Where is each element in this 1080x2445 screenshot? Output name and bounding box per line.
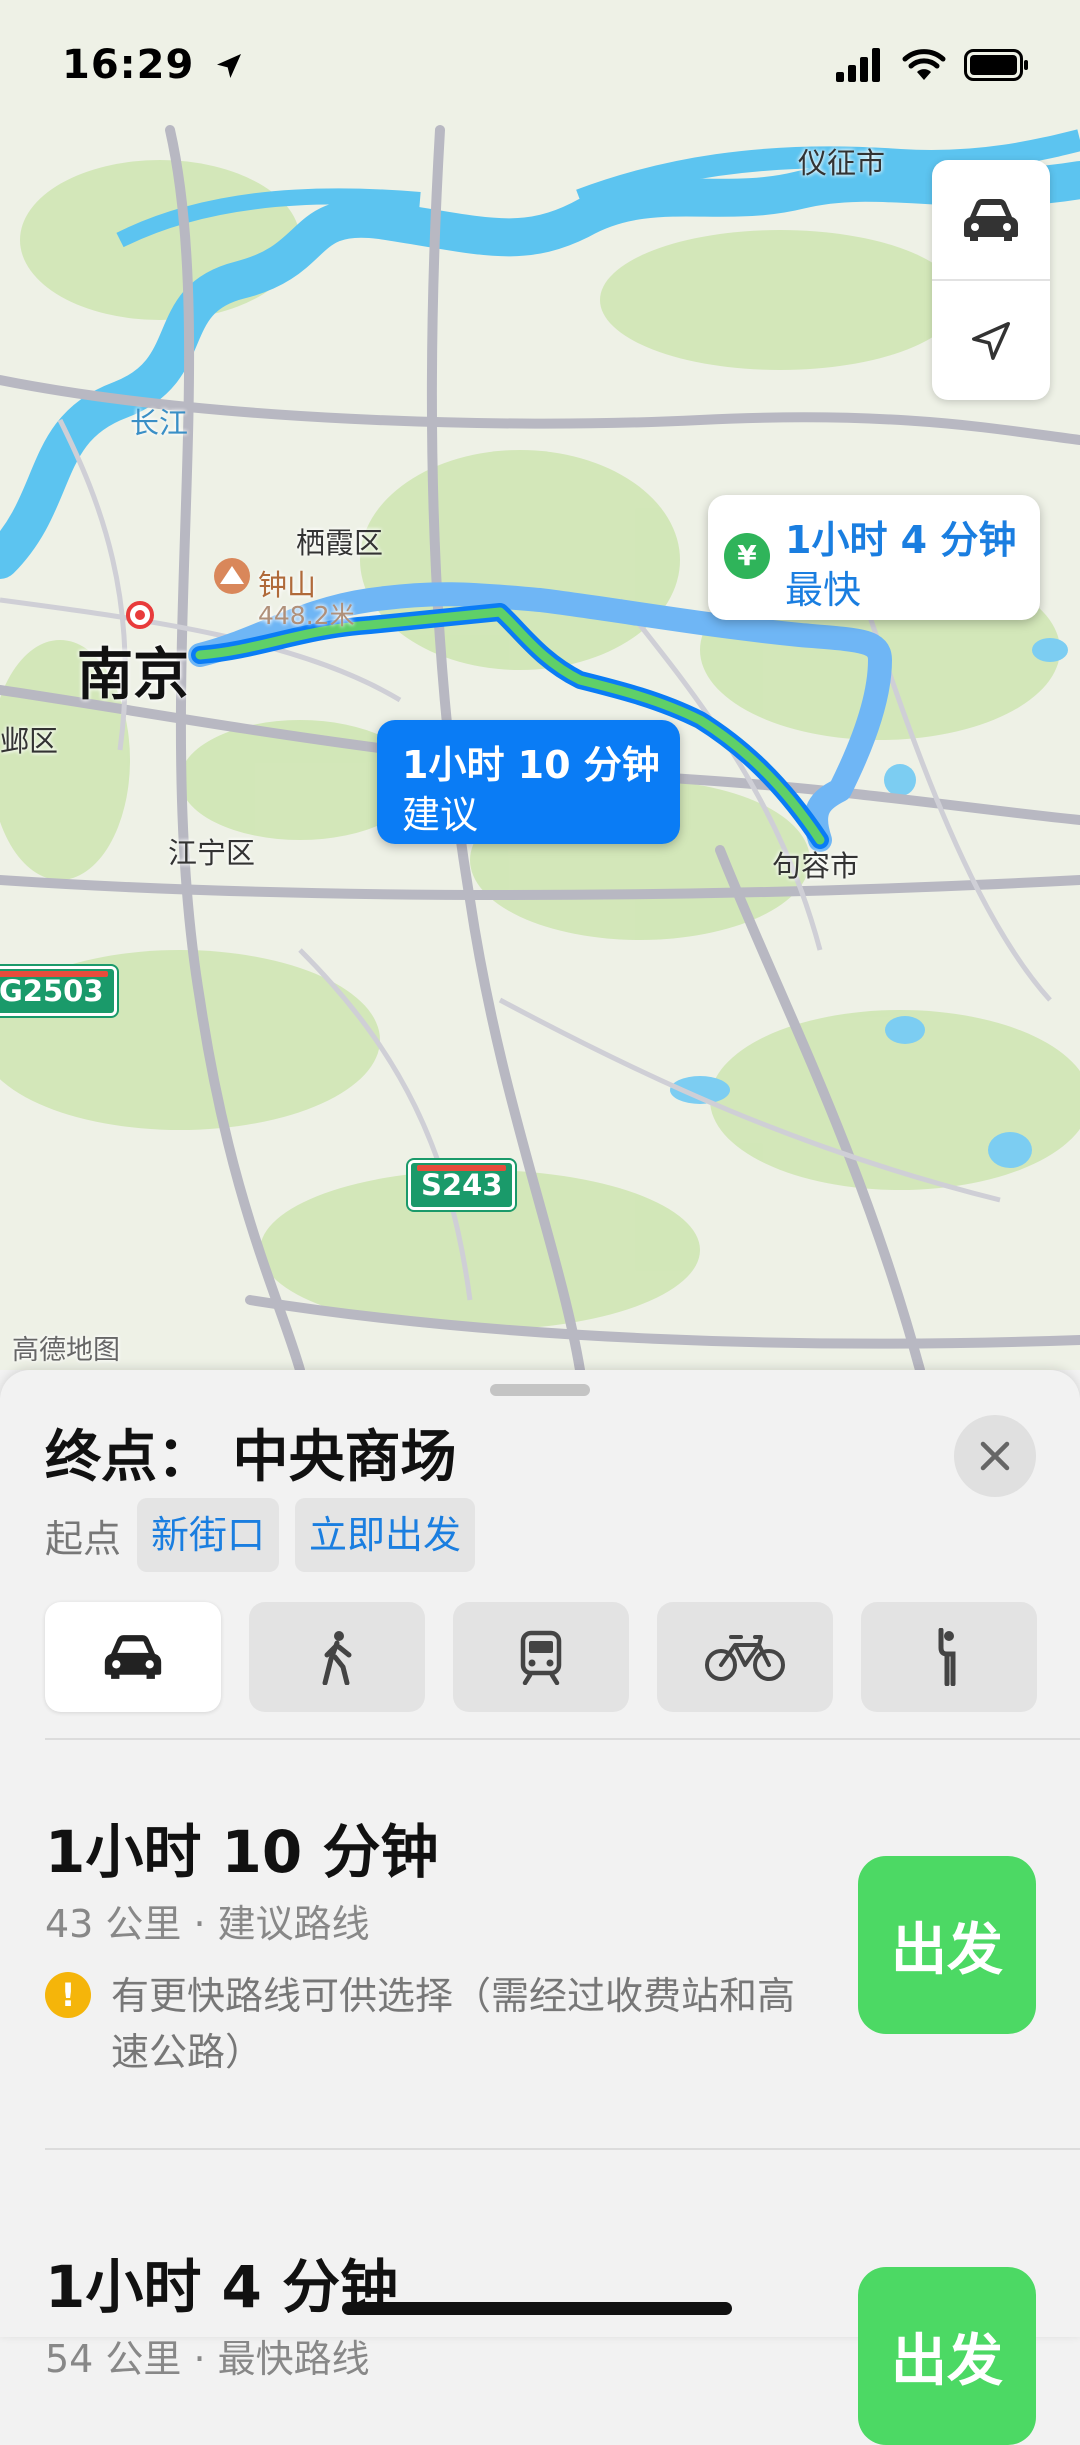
map-label-nanjing: 南京 xyxy=(77,643,189,708)
car-icon xyxy=(964,198,1018,241)
divider xyxy=(45,2148,1080,2150)
mode-transit[interactable] xyxy=(453,1602,629,1712)
status-icons xyxy=(836,48,1030,82)
walk-icon xyxy=(322,1631,352,1685)
origin-chip[interactable]: 新街口 xyxy=(137,1498,280,1572)
close-icon xyxy=(980,1441,1010,1471)
route-callout-suggested[interactable]: 1小时 10 分钟 建议 xyxy=(377,720,680,844)
map-view[interactable]: 16:29 仪征市 长江 栖霞区 钟山 448.2米 南京 邺区 江宁区 句容市… xyxy=(0,0,1080,1370)
map-mode-button[interactable] xyxy=(932,160,1050,279)
yen-icon: ¥ xyxy=(724,533,770,579)
car-icon xyxy=(104,1635,162,1679)
bike-icon xyxy=(705,1635,785,1681)
cellular-signal-icon xyxy=(836,48,880,82)
callout-fastest-label: 最快 xyxy=(785,568,862,612)
location-arrow-icon xyxy=(972,321,1010,360)
go-button[interactable]: 出发 xyxy=(858,1856,1036,2034)
callout-fastest-duration: 1小时 4 分钟 xyxy=(785,518,1017,562)
map-label-jurong: 句容市 xyxy=(772,849,860,883)
map-label-qixia: 栖霞区 xyxy=(296,526,384,560)
route-callout-fastest[interactable]: ¥ 1小时 4 分钟 最快 xyxy=(708,495,1040,620)
map-label-changjiang: 长江 xyxy=(130,406,189,440)
status-time: 16:29 xyxy=(62,42,245,88)
map-label-jiangning: 江宁区 xyxy=(168,836,256,870)
mode-drive[interactable] xyxy=(45,1602,221,1712)
locate-me-button[interactable] xyxy=(932,279,1050,400)
callout-suggested-label: 建议 xyxy=(402,793,479,837)
warning-icon: ! xyxy=(45,1972,91,2018)
home-indicator[interactable] xyxy=(342,2302,732,2315)
rideshare-icon xyxy=(938,1628,956,1686)
highway-shield-s243: S243 xyxy=(408,1160,516,1210)
highway-shield-g2503: G2503 xyxy=(0,966,117,1016)
origin-label: 起点 xyxy=(45,1516,122,1561)
depart-time-chip[interactable]: 立即出发 xyxy=(295,1498,476,1572)
status-bar: 16:29 xyxy=(0,0,1080,130)
go-button[interactable]: 出发 xyxy=(858,2267,1036,2445)
transit-icon xyxy=(520,1630,562,1685)
wifi-icon xyxy=(902,49,946,80)
destination-title: 终点： 中央商场 xyxy=(45,1425,457,1490)
map-label-youqu: 邺区 xyxy=(0,724,59,758)
map-label-elevation: 448.2米 xyxy=(258,601,355,630)
transport-mode-selector xyxy=(45,1602,1037,1712)
mode-rideshare[interactable] xyxy=(861,1602,1037,1712)
divider xyxy=(45,1738,1080,1740)
mode-walk[interactable] xyxy=(249,1602,425,1712)
close-button[interactable] xyxy=(954,1415,1036,1497)
callout-suggested-duration: 1小时 10 分钟 xyxy=(402,743,660,787)
mode-bike[interactable] xyxy=(657,1602,833,1712)
map-label-yizheng: 仪征市 xyxy=(798,146,886,180)
sheet-grabber[interactable] xyxy=(490,1384,590,1396)
battery-icon xyxy=(964,49,1028,81)
directions-sheet: 终点： 中央商场 起点 新街口 立即出发 1小时 10 分钟 43 公里 · 建… xyxy=(0,1370,1080,2445)
route-warning-text: 有更快路线可供选择（需经过收费站和高速公路） xyxy=(111,1974,796,2074)
map-attribution: 高德地图 xyxy=(12,1335,120,1366)
origin-row: 起点 新街口 立即出发 xyxy=(45,1497,476,1573)
location-arrow-icon xyxy=(217,54,242,78)
map-controls xyxy=(932,160,1050,400)
